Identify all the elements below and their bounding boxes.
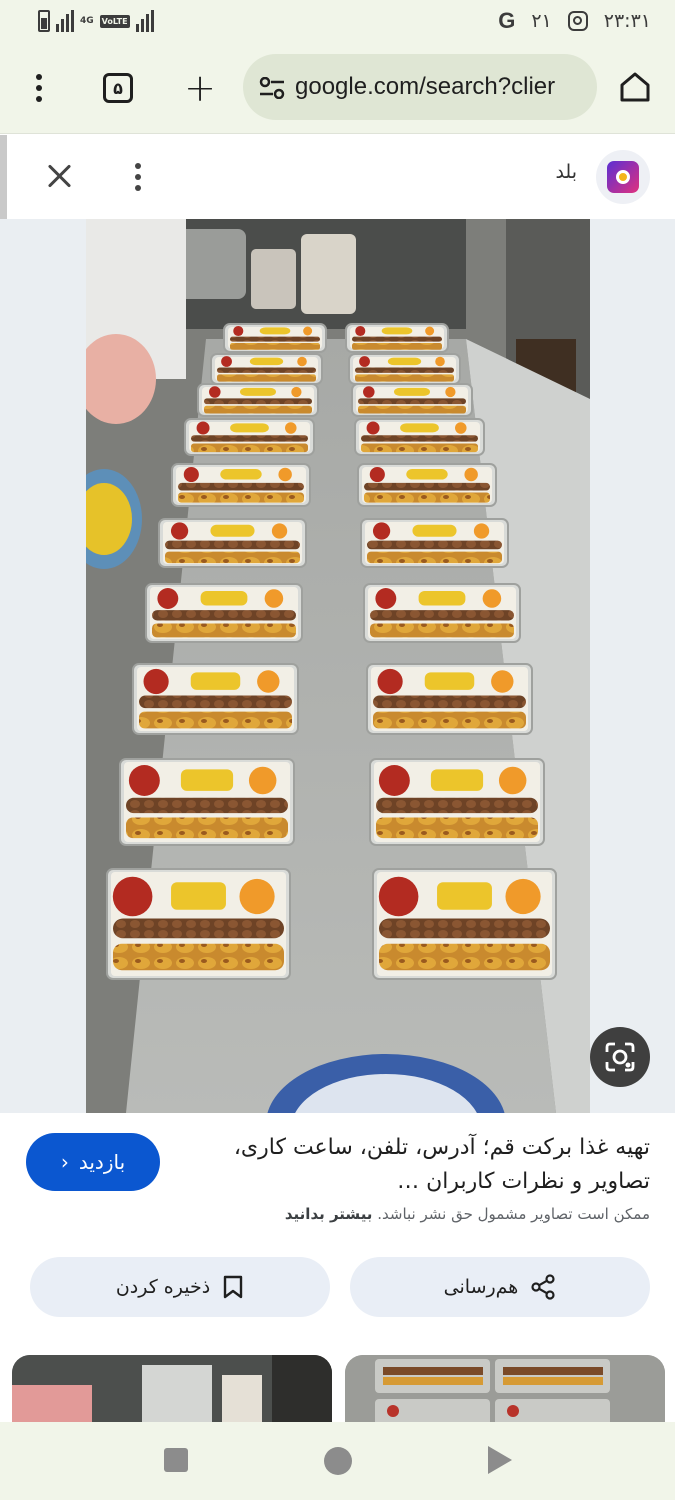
food-tray [223,323,327,353]
site-name[interactable]: بلد [555,161,577,183]
food-tray [357,463,497,507]
result-title[interactable]: تهیه غذا برکت قم؛ آدرس، تلفن، ساعت کاری،… [230,1131,650,1199]
address-bar[interactable]: google.com/search?clier [243,54,597,120]
copyright-notice: ممکن است تصاویر مشمول حق نشر نباشد. بیشت… [210,1205,650,1223]
thumbnail-illustration [12,1355,332,1422]
share-icon [531,1274,555,1300]
signal-icon-2 [135,10,154,32]
back-button[interactable] [488,1446,512,1474]
site-settings-icon[interactable] [259,77,285,99]
close-icon[interactable] [42,159,76,193]
food-tray [363,583,521,643]
food-tray [132,663,299,735]
home-button[interactable] [324,1447,352,1475]
image-viewer-header: بلد [0,135,675,219]
volte-badge: VoLTE [99,14,130,28]
status-right: G ۲۱ ۲۳:۳۱ [498,6,651,36]
browser-menu-button[interactable] [26,68,52,108]
lens-icon [605,1042,635,1072]
thumbnail-illustration [345,1355,665,1422]
instagram-icon [567,11,588,31]
food-tray [372,868,557,980]
more-options-icon[interactable] [130,157,146,197]
share-label: هم‌رسانی [443,1276,519,1298]
signal-icon [56,10,74,32]
food-tray [369,758,545,846]
food-tray [354,418,485,456]
food-tray [145,583,303,643]
url-text[interactable]: google.com/search?clier [295,54,555,120]
food-tray [360,518,509,568]
status-left: 4G VoLTE [38,8,154,34]
chevron-left-icon: ‹ [60,1150,69,1174]
food-tray [345,323,449,353]
food-tray [366,663,533,735]
new-tab-button[interactable]: + [184,66,216,110]
food-trays-photo[interactable] [86,219,590,1113]
share-button[interactable]: هم‌رسانی [350,1257,650,1317]
recents-button[interactable] [164,1448,188,1472]
food-tray [197,383,319,417]
network-type: 4G [80,15,94,26]
food-tray [184,418,315,456]
bookmark-icon [223,1275,243,1299]
status-bar: 4G VoLTE G ۲۱ ۲۳:۳۱ [0,0,675,42]
visit-label: بازدید [78,1150,126,1174]
tab-count: ۵ [113,78,123,98]
learn-more-link[interactable]: بیشتر بدانید [285,1205,373,1223]
food-tray [348,353,461,385]
food-tray [351,383,473,417]
food-tray [210,353,323,385]
related-image-thumbnail[interactable] [345,1355,665,1422]
system-navigation-bar [0,1422,675,1500]
image-preview-area [0,219,675,1113]
battery-icon [38,10,50,32]
site-logo[interactable] [596,150,650,204]
food-tray [158,518,307,568]
save-button[interactable]: ذخیره کردن [30,1257,330,1317]
photo-illustration [86,219,590,1113]
browser-toolbar: ۵ + google.com/search?clier [0,42,675,134]
related-image-thumbnail[interactable] [12,1355,332,1422]
google-icon: G [498,8,516,33]
food-tray [106,868,291,980]
food-tray [119,758,295,846]
clock: ۲۳:۳۱ [603,10,651,32]
tab-switcher-button[interactable]: ۵ [103,73,133,103]
save-label: ذخیره کردن [115,1276,211,1298]
site-logo-icon [607,161,639,193]
home-icon[interactable] [618,70,652,104]
food-tray [171,463,311,507]
google-lens-button[interactable] [590,1027,650,1087]
copyright-text: ممکن است تصاویر مشمول حق نشر نباشد. [377,1205,650,1223]
visit-button[interactable]: بازدید ‹ [26,1133,160,1191]
notification-count: ۲۱ [531,10,552,32]
